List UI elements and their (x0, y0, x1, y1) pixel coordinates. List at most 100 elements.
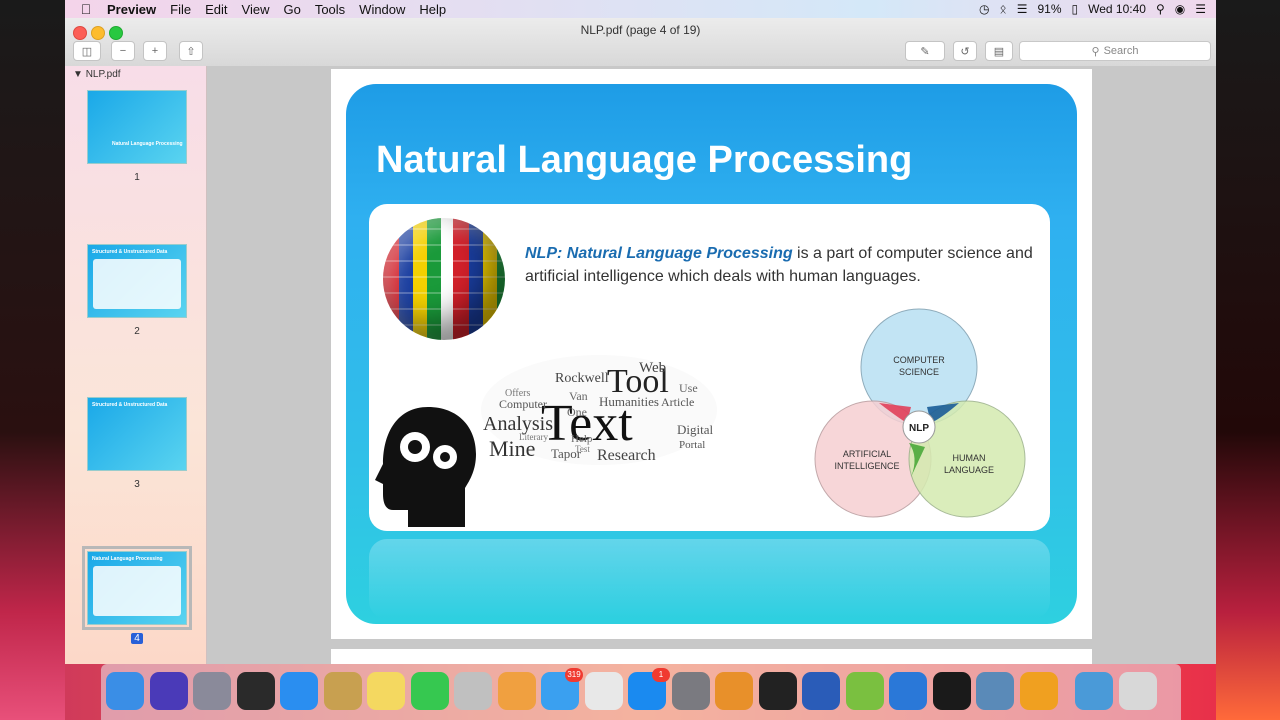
markup-button[interactable]: ✎ (905, 41, 945, 61)
word-cloud-word: One (567, 405, 587, 419)
spotlight-icon[interactable]: ⚲ (1156, 2, 1165, 16)
pycharm-icon[interactable] (932, 672, 971, 710)
share-button[interactable]: ⇧ (179, 41, 203, 61)
facetime-icon[interactable] (410, 672, 449, 710)
downloads-folder-icon[interactable] (1075, 672, 1113, 710)
sidebar-toggle-button[interactable]: ◫ (73, 41, 101, 61)
word-cloud-word: Humanities (599, 394, 659, 409)
messages-icon[interactable]: 319 (541, 668, 583, 710)
zoom-out-icon: − (119, 45, 127, 57)
page-thumbnail[interactable]: Structured & Unstructured Data 2 (87, 244, 187, 337)
notification-center-icon[interactable]: ☰ (1195, 2, 1206, 16)
venn-right-label: LANGUAGE (944, 465, 994, 475)
venn-top-label: SCIENCE (899, 367, 939, 377)
word-cloud-word: Rockwell (555, 371, 609, 386)
sidebar-file-header[interactable]: ▼ NLP.pdf (73, 69, 121, 80)
thumbnail-image: Natural Language Processing (82, 546, 192, 630)
share-icon: ⇧ (186, 45, 196, 58)
thumbnail-image: Structured & Unstructured Data (87, 244, 187, 318)
menu-app-name[interactable]: Preview (107, 2, 156, 17)
page-thumbnail[interactable]: Natural Language Processing 1 (87, 90, 187, 183)
venn-right-label: HUMAN (953, 453, 986, 463)
photos-icon[interactable] (497, 672, 536, 710)
slide: Natural Language Processing NLP: Natural… (346, 84, 1077, 624)
definition-term: NLP: Natural Language Processing (525, 245, 793, 262)
battery-icon[interactable]: ▯ (1072, 2, 1079, 16)
preview-window: NLP.pdf (page 4 of 19) ◫ − + ⇧ ✎ ↺ ▤ ⚲ S… (65, 18, 1216, 664)
document-view[interactable]: Natural Language Processing NLP: Natural… (207, 66, 1216, 664)
word-cloud-word: Test (575, 444, 590, 454)
android-studio-icon[interactable] (845, 672, 884, 710)
app-store-icon[interactable]: 1 (628, 668, 670, 710)
image-capture-icon[interactable] (976, 672, 1014, 710)
siri-icon[interactable] (149, 672, 188, 710)
flower-app-icon[interactable] (1019, 672, 1058, 710)
messages-badge: 319 (565, 668, 583, 682)
menu-extras: ◷ ᛟ ☰ 91% ▯ Wed 10:40 ⚲ ◉ ☰ (969, 0, 1206, 18)
toolbox-button[interactable]: ▤ (985, 41, 1013, 61)
page-number: 2 (134, 326, 140, 337)
zoom-out-button[interactable]: − (111, 41, 135, 61)
thumbnail-body (93, 566, 181, 616)
zoom-in-icon: + (151, 45, 159, 57)
zoom-in-button[interactable]: + (143, 41, 167, 61)
rotate-button[interactable]: ↺ (953, 41, 977, 61)
finder-icon[interactable] (106, 672, 144, 710)
pdf-page-next (331, 649, 1092, 664)
activity-monitor-icon[interactable] (236, 672, 275, 710)
siri-menu-icon[interactable]: ◉ (1175, 2, 1185, 16)
venn-diagram: NLP COMPUTER SCIENCE ARTIFICIAL INTELLIG… (814, 308, 1026, 518)
sublime-text-icon[interactable] (715, 672, 753, 710)
menu-file[interactable]: File (170, 2, 191, 17)
word-cloud-word: Research (597, 447, 656, 464)
menu-window[interactable]: Window (359, 2, 405, 17)
notes-icon[interactable] (367, 672, 405, 710)
page-thumbnail[interactable]: Structured & Unstructured Data 3 (87, 397, 187, 490)
flag-globe-image (383, 218, 505, 340)
preview-icon[interactable] (323, 672, 362, 710)
page-number: 1 (134, 172, 140, 183)
launchpad-icon[interactable] (193, 672, 231, 710)
trash-icon[interactable] (1118, 672, 1157, 710)
search-input[interactable]: ⚲ Search (1019, 41, 1211, 61)
toolbox-icon: ▤ (993, 45, 1005, 58)
bluetooth-icon[interactable]: ᛟ (1000, 2, 1007, 16)
head-gears-icon (375, 407, 476, 527)
system-preferences-icon[interactable] (671, 672, 710, 710)
word-cloud-image: Text Tool Analysis Mine Research Web Roc… (481, 355, 717, 465)
wifi-icon[interactable]: ☰ (1017, 2, 1028, 16)
slide-reflection (369, 539, 1050, 619)
menu-tools[interactable]: Tools (315, 2, 345, 17)
window-title[interactable]: NLP.pdf (page 4 of 19) (65, 23, 1216, 37)
page-thumbnail-selected[interactable]: Natural Language Processing 4 (82, 546, 192, 644)
clock[interactable]: Wed 10:40 (1088, 2, 1146, 16)
page-number-selected: 4 (87, 633, 187, 644)
chrome-icon[interactable] (584, 672, 623, 710)
page-number: 3 (134, 479, 140, 490)
safari-icon[interactable] (280, 672, 318, 710)
title-bar: NLP.pdf (page 4 of 19) ◫ − + ⇧ ✎ ↺ ▤ ⚲ S… (65, 18, 1216, 67)
word-cloud-word: Use (679, 381, 698, 395)
word-cloud-word: Article (661, 395, 694, 409)
menu-edit[interactable]: Edit (205, 2, 227, 17)
thumbnail-title: Structured & Unstructured Data (92, 402, 168, 408)
terminal-icon[interactable] (758, 672, 797, 710)
xcode-icon[interactable] (889, 672, 927, 710)
thumbnail-sidebar: ▼ NLP.pdf Natural Language Processing 1 … (65, 66, 207, 664)
battery-percent[interactable]: 91% (1037, 2, 1061, 16)
search-icon: ⚲ (1091, 45, 1100, 58)
menu-go[interactable]: Go (283, 2, 300, 17)
time-machine-icon[interactable]: ◷ (979, 2, 989, 16)
photo-booth-icon[interactable] (454, 672, 492, 710)
slide-title: Natural Language Processing (376, 139, 913, 181)
search-placeholder: Search (1103, 45, 1139, 57)
sidebar-file-name: NLP.pdf (85, 69, 121, 80)
venn-center-label: NLP (909, 423, 929, 434)
selected-page-number: 4 (131, 633, 143, 644)
word-cloud-word: Digital (677, 422, 713, 437)
word-icon[interactable] (802, 672, 840, 710)
menu-help[interactable]: Help (419, 2, 446, 17)
apple-menu-icon[interactable]:  (79, 1, 93, 17)
pdf-page: Natural Language Processing NLP: Natural… (331, 69, 1092, 639)
menu-view[interactable]: View (242, 2, 270, 17)
